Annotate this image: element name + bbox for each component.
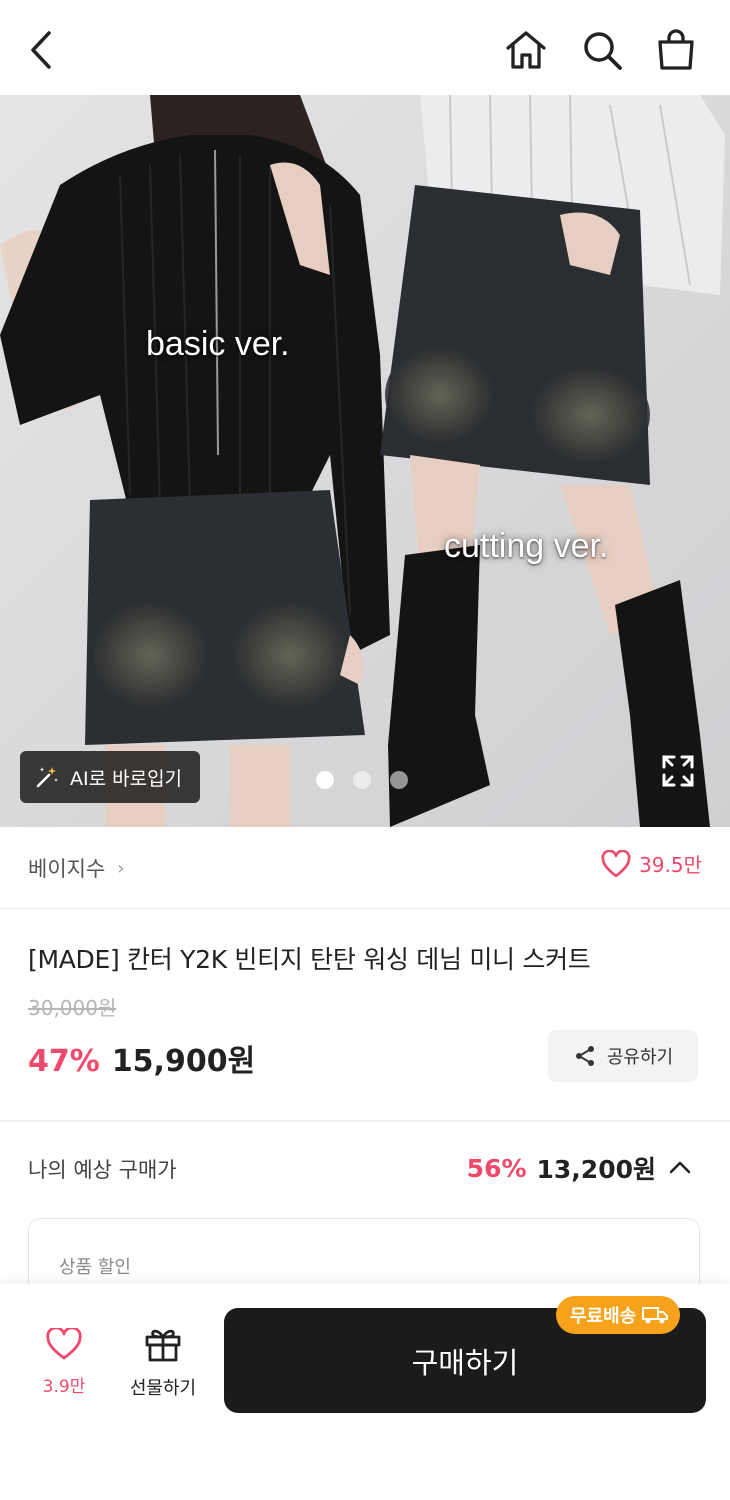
- carousel-dots: [316, 771, 408, 789]
- brand-link[interactable]: 베이지수 ›: [28, 853, 124, 883]
- bottom-action-bar: 3.9만 선물하기 구매하기 무료배송: [0, 1284, 730, 1500]
- share-label: 공유하기: [606, 1047, 674, 1068]
- expand-icon[interactable]: [658, 751, 698, 791]
- section-divider: [0, 1120, 730, 1122]
- gift-icon: [145, 1329, 181, 1362]
- top-nav-bar: [0, 0, 730, 95]
- free-shipping-label: 무료배송: [570, 1306, 637, 1327]
- ai-try-on-button[interactable]: AI로 바로입기: [20, 751, 201, 803]
- brand-row: 베이지수 › 39.5만: [0, 827, 730, 909]
- chevron-left-icon: [31, 31, 51, 69]
- gift-label: 선물하기: [129, 1378, 197, 1399]
- product-discount-label: 상품 할인: [59, 1257, 131, 1278]
- share-icon: [575, 1046, 594, 1066]
- sale-price: 15,900원: [111, 1044, 256, 1079]
- home-button[interactable]: [498, 22, 554, 78]
- estimated-price-toggle[interactable]: 56% 13,200원: [467, 1150, 694, 1186]
- magic-wand-icon: [36, 767, 58, 788]
- wishlist-button[interactable]: 3.9만: [36, 1328, 92, 1397]
- home-icon: [506, 31, 546, 69]
- product-title: [MADE] 칸터 Y2K 빈티지 탄탄 워싱 데님 미니 스커트: [28, 945, 591, 974]
- back-button[interactable]: [14, 22, 70, 78]
- ai-try-on-label: AI로 바로입기: [70, 767, 183, 790]
- estimated-price: 13,200원: [536, 1155, 656, 1184]
- share-button[interactable]: 공유하기: [548, 1030, 698, 1082]
- brand-like-button[interactable]: 39.5만: [601, 849, 702, 878]
- cart-button[interactable]: [648, 22, 704, 78]
- shopping-bag-icon: [658, 29, 694, 70]
- discount-rate: 47%: [28, 1044, 100, 1079]
- brand-name: 베이지수: [28, 857, 106, 881]
- original-price: 30,000원: [28, 996, 117, 1020]
- chevron-right-icon: ›: [117, 857, 125, 879]
- carousel-dot[interactable]: [353, 771, 371, 789]
- free-shipping-badge: 무료배송: [556, 1296, 681, 1334]
- estimated-discount: 56%: [466, 1153, 527, 1183]
- chevron-up-icon: [669, 1161, 691, 1174]
- wishlist-count: 3.9만: [42, 1377, 86, 1397]
- estimated-price-label: 나의 예상 구매가: [28, 1158, 177, 1182]
- carousel-dot[interactable]: [390, 771, 408, 789]
- carousel-dot[interactable]: [316, 771, 334, 789]
- brand-like-count: 39.5만: [639, 853, 702, 877]
- search-icon: [584, 32, 622, 70]
- truck-icon: [642, 1307, 669, 1324]
- estimated-price-row: 나의 예상 구매가 56% 13,200원: [0, 1140, 730, 1200]
- heart-icon: [46, 1328, 82, 1360]
- product-photo: [0, 95, 730, 827]
- hero-label-basic: basic ver.: [146, 325, 290, 363]
- product-image-carousel[interactable]: basic ver. cutting ver. AI로 바로입기: [0, 95, 730, 827]
- gift-button[interactable]: 선물하기: [118, 1326, 208, 1400]
- price-row: 47% 15,900원: [28, 1036, 255, 1080]
- hero-label-cutting: cutting ver.: [444, 527, 609, 565]
- heart-icon: [601, 849, 631, 877]
- search-button[interactable]: [574, 22, 630, 78]
